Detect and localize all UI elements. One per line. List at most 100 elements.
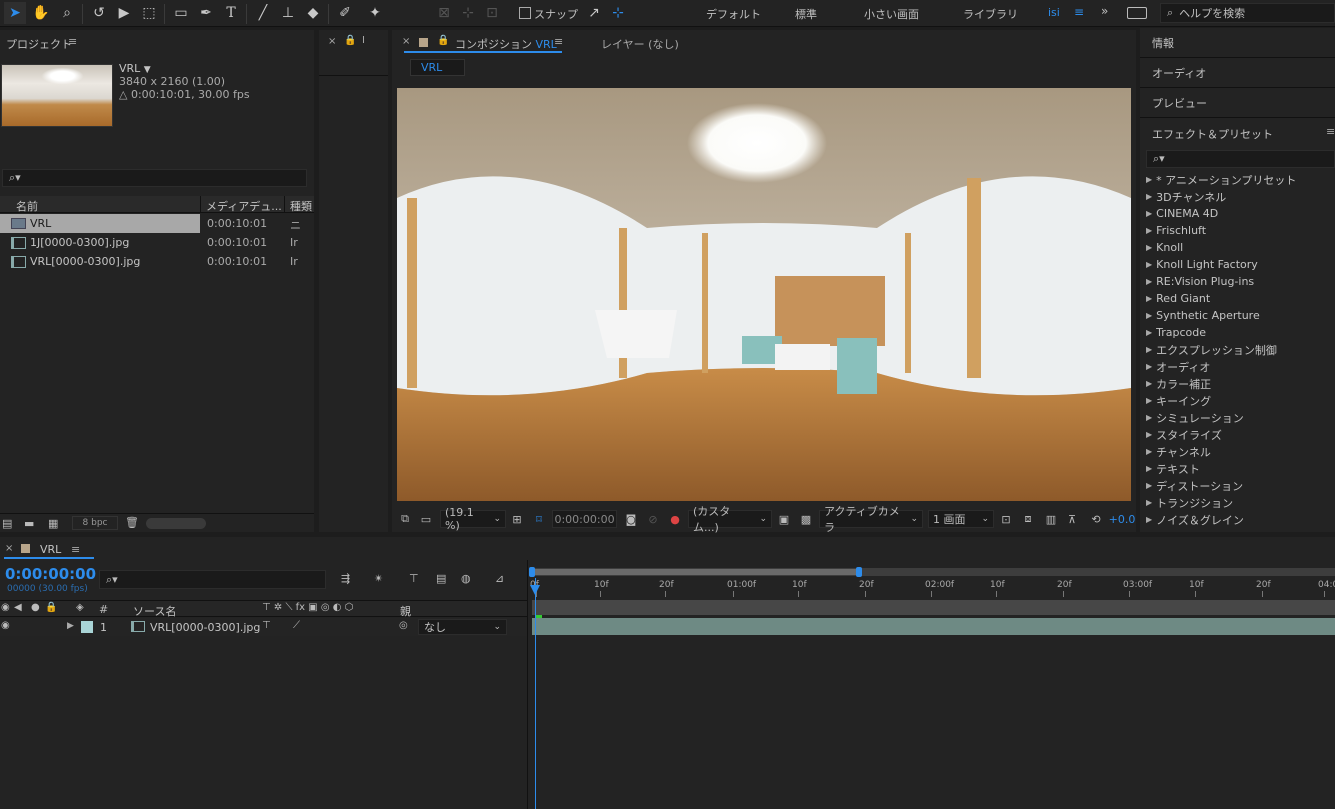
new-folder-icon[interactable]: ▬ xyxy=(24,517,34,530)
col-duration-header[interactable]: メディアデュ... xyxy=(206,198,282,214)
brush-tool-icon[interactable]: ╱ xyxy=(252,2,274,24)
axis-view-icon[interactable]: ⊡ xyxy=(481,2,503,24)
project-panel-menu-icon[interactable]: ≡ xyxy=(68,35,77,48)
camera-dropdown[interactable]: アクティブカメラ ⌄ xyxy=(819,505,923,534)
effects-category-item[interactable]: ▶ トランジション xyxy=(1146,494,1233,511)
panel-tab-icon[interactable]: I xyxy=(362,35,365,46)
timeline-tab-menu-icon[interactable]: ≡ xyxy=(71,543,80,556)
work-area-range[interactable] xyxy=(532,569,858,575)
audio-icon[interactable]: ◀ xyxy=(14,602,22,613)
effects-category-item[interactable]: ▶ エクスプレッション制御 xyxy=(1146,341,1277,358)
workspace-standard[interactable]: 標準 xyxy=(795,6,817,22)
effects-panel-menu-icon[interactable]: ≡ xyxy=(1326,125,1335,138)
audio-panel-header[interactable]: オーディオ xyxy=(1140,58,1335,88)
snap-feather-icon[interactable]: ⊹ xyxy=(607,2,629,24)
solo-icon[interactable]: ● xyxy=(31,602,40,613)
layer-name[interactable]: VRL[0000-0300].jpg xyxy=(150,621,260,634)
project-item-row[interactable]: VRL 0:00:10:01 ニ xyxy=(0,214,314,233)
layer-duration-bar[interactable] xyxy=(532,618,1335,635)
comp-dropdown-icon[interactable]: ▼ xyxy=(144,65,151,75)
effects-category-item[interactable]: ▶ テキスト xyxy=(1146,460,1200,477)
timeline-timecode[interactable]: 0:00:00:00 xyxy=(5,565,96,583)
col-parent[interactable]: 親 xyxy=(400,603,411,619)
timeline-tab-name[interactable]: VRL xyxy=(40,543,61,556)
workspace-isi[interactable]: isi xyxy=(1048,6,1060,19)
rectangle-tool-icon[interactable]: ▭ xyxy=(170,2,192,24)
project-comp-name[interactable]: VRL ▼ xyxy=(119,62,151,75)
project-item-row[interactable]: VRL[0000-0300].jpg 0:00:10:01 Ir xyxy=(0,252,314,271)
effects-search-input[interactable]: ⌕▾ xyxy=(1146,150,1335,168)
timeline-search-input[interactable]: ⌕▾ xyxy=(99,570,326,589)
effects-category-item[interactable]: ▶ チャンネル xyxy=(1146,443,1211,460)
rotate-tool-icon[interactable]: ↺ xyxy=(88,2,110,24)
layer-visibility-icon[interactable]: ◉ xyxy=(1,620,10,631)
project-search-input[interactable]: ⌕▾ xyxy=(2,169,307,187)
timeline-icon[interactable]: ▥ xyxy=(1043,510,1059,528)
draft-3d-icon[interactable]: ✴ xyxy=(374,572,383,585)
project-panel-title[interactable]: プロジェクト xyxy=(6,36,72,52)
safe-zones-icon[interactable]: ⊞ xyxy=(509,510,525,528)
pickwhip-icon[interactable]: ◎ xyxy=(399,620,408,631)
eraser-tool-icon[interactable]: ◆ xyxy=(302,2,324,24)
effects-category-item[interactable]: ▶ Knoll xyxy=(1146,239,1183,256)
bpc-button[interactable]: 8 bpc xyxy=(72,516,118,530)
reset-exposure-icon[interactable]: ⟲ xyxy=(1088,510,1104,528)
zoom-dropdown[interactable]: (19.1 %) ⌄ xyxy=(440,506,506,532)
new-composition-icon[interactable]: ▦ xyxy=(48,517,58,530)
preview-panel-header[interactable]: プレビュー xyxy=(1140,88,1335,118)
monitor-icon[interactable]: ▭ xyxy=(418,510,434,528)
work-area-end-handle[interactable] xyxy=(856,567,862,577)
close-icon[interactable]: × xyxy=(328,36,336,47)
label-tag-icon[interactable]: ◈ xyxy=(76,602,84,613)
col-source-name[interactable]: ソース名 xyxy=(133,603,176,619)
comp-close-icon[interactable]: × xyxy=(402,36,410,47)
effects-category-item[interactable]: ▶ Red Giant xyxy=(1146,290,1210,307)
puppet-pin-tool-icon[interactable]: ✦ xyxy=(364,2,386,24)
fast-previews-icon[interactable]: ⧈ xyxy=(1020,510,1036,528)
comp-flowchart-tab[interactable]: VRL xyxy=(410,59,465,76)
snap-checkbox[interactable] xyxy=(519,7,531,19)
effects-category-item[interactable]: ▶ ディストーション xyxy=(1146,477,1243,494)
overflow-chevron-icon[interactable]: » xyxy=(1101,4,1108,18)
comp-viewer[interactable] xyxy=(397,88,1131,501)
workspace-default[interactable]: デフォルト xyxy=(706,6,761,22)
parent-dropdown[interactable]: なし ⌄ xyxy=(418,619,507,635)
shy-switch-icon[interactable]: ⊤ xyxy=(262,620,271,631)
comp-tab[interactable]: コンポジション VRL xyxy=(455,36,557,52)
effects-category-item[interactable]: ▶ 3Dチャンネル xyxy=(1146,188,1226,205)
layer-row[interactable]: ◉ ▶ 1 VRL[0000-0300].jpg ⊤ ⟋ ◎ なし ⌄ xyxy=(0,618,527,636)
current-time-indicator[interactable] xyxy=(535,578,536,809)
effects-category-item[interactable]: ▶ Trapcode xyxy=(1146,324,1206,341)
layer-tab[interactable]: レイヤー (なし) xyxy=(601,36,679,52)
comp-mini-flowchart-icon[interactable]: ⇶ xyxy=(341,572,350,585)
camera-tool-icon[interactable]: ▶ xyxy=(113,2,135,24)
effects-category-item[interactable]: ▶ * アニメーションプリセット xyxy=(1146,171,1296,188)
workspace-switch-icon[interactable] xyxy=(1127,7,1147,19)
effects-category-item[interactable]: ▶ シミュレーション xyxy=(1146,409,1244,426)
quality-switch-icon[interactable]: ⟋ xyxy=(293,620,300,631)
axis-world-icon[interactable]: ⊹ xyxy=(457,2,479,24)
effects-category-item[interactable]: ▶ スタイライズ xyxy=(1146,426,1222,443)
toggle-pixel-aspect-icon[interactable]: ⊡ xyxy=(998,510,1014,528)
show-snapshot-icon[interactable]: ⊘ xyxy=(645,510,661,528)
project-scrollbar[interactable] xyxy=(146,518,206,529)
flowchart-icon[interactable]: ⊼ xyxy=(1064,510,1080,528)
pan-behind-tool-icon[interactable]: ⬚ xyxy=(138,2,160,24)
effects-category-item[interactable]: ▶ ノイズ＆グレイン xyxy=(1146,511,1244,528)
project-item-row[interactable]: 1J[0000-0300].jpg 0:00:10:01 Ir xyxy=(0,233,314,252)
layer-expand-triangle-icon[interactable]: ▶ xyxy=(67,621,74,631)
roto-brush-tool-icon[interactable]: ✐ xyxy=(334,2,356,24)
effects-category-item[interactable]: ▶ Knoll Light Factory xyxy=(1146,256,1258,273)
layer-label-swatch[interactable] xyxy=(81,621,93,633)
region-of-interest-icon[interactable]: ▣ xyxy=(776,510,792,528)
video-visibility-icon[interactable]: ◉ xyxy=(1,602,10,613)
timeline-close-icon[interactable]: × xyxy=(5,543,13,554)
snap-edge-icon[interactable]: ↗ xyxy=(583,2,605,24)
interpret-footage-icon[interactable]: ▤ xyxy=(2,517,12,530)
exposure-value[interactable]: +0.0 xyxy=(1108,510,1136,528)
current-time-indicator-head[interactable] xyxy=(530,585,540,595)
trash-icon[interactable]: 🗑 xyxy=(125,516,139,529)
viewer-timecode[interactable]: 0:00:00:00 xyxy=(552,510,617,528)
workspace-small-screen[interactable]: 小さい画面 xyxy=(864,6,919,22)
color-channels-icon[interactable]: ● xyxy=(667,510,683,528)
